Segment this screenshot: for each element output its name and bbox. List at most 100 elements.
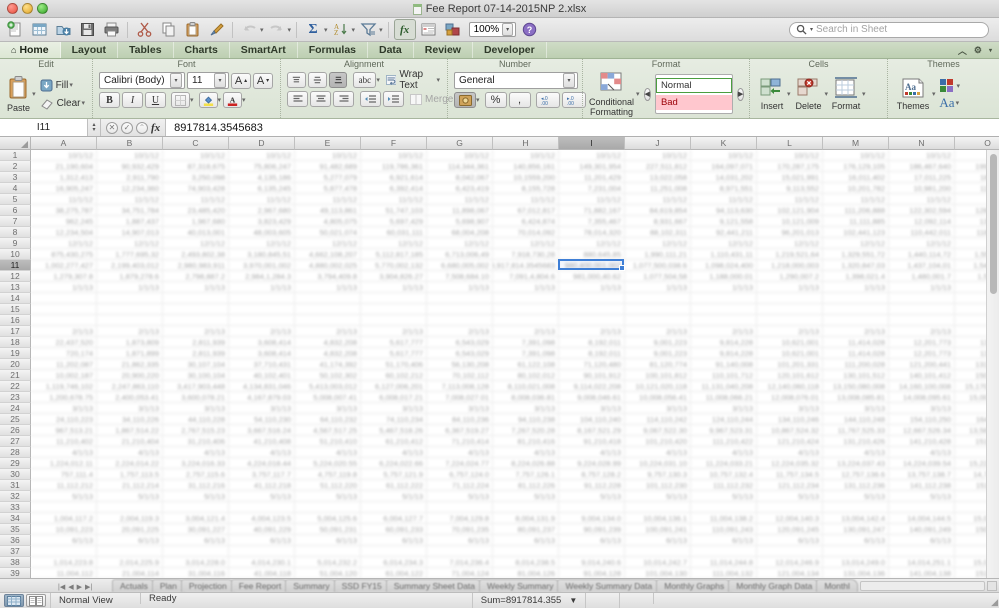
cell-H3[interactable]: 10,1559,200 [493,172,559,183]
cell-C30[interactable]: 2,757,115.6 [163,469,229,480]
cell-L6[interactable]: 102,121,904 [757,205,823,216]
row-header-39[interactable]: 39 [0,568,31,578]
cell-I19[interactable]: 8,192,011 [559,348,625,359]
cell-I5[interactable]: 11/1/12 [559,194,625,205]
cell-G15[interactable] [427,304,493,315]
row-header-11[interactable]: 11 [0,260,31,271]
cell-I12[interactable]: 981,000,40.62 [559,271,625,282]
autosum-dropdown-icon[interactable]: ▾ [324,26,328,34]
column-header-N[interactable]: N [889,137,955,150]
cell-H10[interactable]: 7,918,730,28 [493,249,559,260]
decrease-font-size-button[interactable]: A ▾ [253,72,273,89]
close-button[interactable] [7,3,18,14]
cell-H5[interactable]: 11/1/12 [493,194,559,205]
cell-L9[interactable]: 12/1/12 [757,238,823,249]
cell-J28[interactable]: 4/1/13 [625,447,691,458]
cell-J16[interactable] [625,315,691,326]
chevron-up-icon[interactable]: ︿ [958,44,967,57]
borders-dropdown-icon[interactable]: ▾ [190,96,194,104]
cell-J13[interactable]: 1/1/13 [625,282,691,293]
cell-G19[interactable]: 6,543,029 [427,348,493,359]
cell-J9[interactable]: 12/1/12 [625,238,691,249]
cell-D32[interactable]: 5/1/13 [229,491,295,502]
sheet-tab-monthly-graphs[interactable]: Monthly Graphs [656,579,733,592]
cell-H26[interactable]: 7,267,520.28 [493,425,559,436]
cell-F17[interactable]: 2/1/13 [361,326,427,337]
cell-N11[interactable]: 1,437,104,01 [889,260,955,271]
cell-J17[interactable]: 2/1/13 [625,326,691,337]
chevron-down-icon[interactable]: ▼ [569,596,577,605]
cell-E9[interactable]: 12/1/12 [295,238,361,249]
cell-N35[interactable]: 140,091,249 [889,524,955,535]
cell-B31[interactable]: 21,112,214 [97,480,163,491]
cell-I15[interactable] [559,304,625,315]
sum-indicator[interactable]: Sum=8917814.355 ▼ [471,593,585,608]
cell-M9[interactable]: 12/1/12 [823,238,889,249]
cell-A39[interactable]: 11,004,112 [31,568,97,578]
cell-J12[interactable]: 1,077,504,58 [625,271,691,282]
cell-H2[interactable]: 140,856,161 [493,161,559,172]
cell-G24[interactable]: 3/1/13 [427,403,493,414]
cell-L22[interactable]: 12,140,060,118 [757,381,823,392]
cell-E17[interactable]: 2/1/13 [295,326,361,337]
cell-B36[interactable]: 6/1/13 [97,535,163,546]
cell-M21[interactable]: 130,101,512 [823,370,889,381]
row-header-9[interactable]: 9 [0,238,31,249]
cell-F9[interactable]: 12/1/12 [361,238,427,249]
cell-D22[interactable]: 4,134,831,046 [229,381,295,392]
cell-D23[interactable]: 4,167,879.03 [229,392,295,403]
fill-color-button[interactable] [198,92,218,108]
cell-L39[interactable]: 121,004,134 [757,568,823,578]
copy-icon[interactable] [157,19,179,40]
cell-J4[interactable]: 11,251,008 [625,183,691,194]
row-header-28[interactable]: 28 [0,447,31,458]
cell-F31[interactable]: 61,112,222 [361,480,427,491]
cell-D27[interactable]: 41,210,408 [229,436,295,447]
cell-L10[interactable]: 1,219,521,64 [757,249,823,260]
cell-I33[interactable] [559,502,625,513]
cell-F10[interactable]: 5,112,817,185 [361,249,427,260]
font-color-button[interactable]: A [223,92,243,108]
cell-M27[interactable]: 131,210,426 [823,436,889,447]
cell-A34[interactable]: 1,004,117.2 [31,513,97,524]
cell-C13[interactable]: 1/1/13 [163,282,229,293]
cell-A12[interactable]: 1,279,307.8 [31,271,97,282]
cell-J18[interactable]: 9,001,223 [625,337,691,348]
cell-K6[interactable]: 94,113,630 [691,205,757,216]
cell-A18[interactable]: 22,437,520 [31,337,97,348]
cell-M6[interactable]: 111,206,888 [823,205,889,216]
cell-M32[interactable]: 5/1/13 [823,491,889,502]
cell-C35[interactable]: 30,091,227 [163,524,229,535]
cell-J36[interactable]: 6/1/13 [625,535,691,546]
sheet-nav-arrows[interactable]: |◀ ◀ ▶ ▶| [58,583,92,591]
cell-M16[interactable] [823,315,889,326]
cell-B9[interactable]: 12/1/12 [97,238,163,249]
row-header-29[interactable]: 29 [0,458,31,469]
cell-D3[interactable]: 4,135,186 [229,172,295,183]
row-header-36[interactable]: 36 [0,535,31,546]
cell-K25[interactable]: 124,110,244 [691,414,757,425]
cell-K26[interactable]: 9,967,523.31 [691,425,757,436]
cell-K12[interactable]: 1,188,000.01 [691,271,757,282]
cell-G33[interactable] [427,502,493,513]
cell-N23[interactable]: 14,008,095.61 [889,392,955,403]
cell-M19[interactable]: 11,414,028 [823,348,889,359]
cell-L25[interactable]: 134,110,246 [757,414,823,425]
cell-C3[interactable]: 3,250,098 [163,172,229,183]
cell-E6[interactable]: 49,113,861 [295,205,361,216]
cell-G39[interactable]: 71,004,124 [427,568,493,578]
cell-K28[interactable]: 4/1/13 [691,447,757,458]
cell-C34[interactable]: 3,004,121.4 [163,513,229,524]
cell-M20[interactable]: 111,200,028 [823,359,889,370]
cell-N21[interactable]: 140,101,412 [889,370,955,381]
cell-D31[interactable]: 41,112,218 [229,480,295,491]
cell-C8[interactable]: 40,013,001 [163,227,229,238]
row-header-13[interactable]: 13 [0,282,31,293]
cell-H7[interactable]: 6,424,874 [493,216,559,227]
column-header-H[interactable]: H [493,137,559,150]
cell-H18[interactable]: 7,391,098 [493,337,559,348]
row-header-16[interactable]: 16 [0,315,31,326]
cell-N37[interactable] [889,546,955,557]
cell-B19[interactable]: 1,871,899 [97,348,163,359]
cell-N24[interactable]: 3/1/13 [889,403,955,414]
